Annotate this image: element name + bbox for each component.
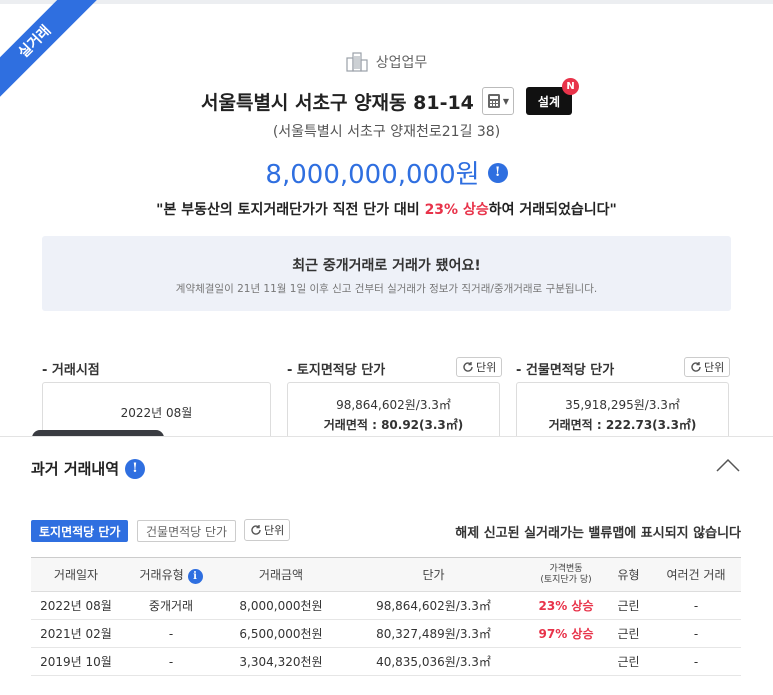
cell-kind: 근린 (606, 647, 651, 676)
bldg-price-label: - 건물면적당 단가 (516, 363, 615, 378)
cell-multi: - (651, 591, 741, 620)
cell-amount: 8,000,000천원 (221, 591, 341, 620)
col-unit-price: 단가 (341, 557, 526, 592)
building-icon (346, 52, 368, 72)
cell-type: - (121, 647, 221, 676)
table-row[interactable]: 2021년 02월 - 6,500,000천원 80,327,489원/3.3㎡… (31, 619, 741, 648)
chevron-down-icon: ▼ (502, 96, 509, 106)
col-multi: 여러건 거래 (651, 557, 741, 592)
notice-subtitle: 계약체결일이 21년 11월 1일 이후 신고 건부터 실거래가 정보가 직거래… (175, 283, 598, 295)
compare-prefix: "본 부동산의 토지거래단가가 직전 단가 대비 (156, 202, 425, 218)
refresh-icon (463, 362, 473, 372)
cell-kind: 근린 (606, 591, 651, 620)
info-icon[interactable]: ! (125, 458, 146, 479)
info-icon[interactable]: i (187, 568, 203, 584)
cell-amount: 3,304,320천원 (221, 647, 341, 676)
col-price-change: 가격변동 (토지단가 당) (526, 557, 606, 592)
bldg-area-value: 거래면적 : 222.73(3.3㎡) (548, 418, 697, 432)
col-date: 거래일자 (31, 557, 121, 592)
cell-multi: - (651, 619, 741, 648)
cell-change: 97% 상승 (526, 619, 606, 648)
cell-date: 2019년 10월 (31, 647, 121, 676)
bldg-unit-button[interactable]: 단위 (684, 357, 731, 377)
history-panel: 과거 거래내역 ! 토지면적당 단가 건물면적당 단가 단위 해제 신고된 실거… (0, 436, 773, 695)
property-category: 상업업무 (375, 55, 428, 71)
deal-price: 8,000,000,000원 (265, 160, 480, 190)
history-unit-button[interactable]: 단위 (244, 519, 291, 541)
table-row[interactable]: 2019년 10월 - 3,304,320천원 40,835,036원/3.3㎡… (31, 647, 741, 676)
property-card: 실거래 상업업무 서울특별시 서초구 양재동 81-14 ▼ 설계 N (서울특… (0, 0, 773, 446)
table-header-row: 거래일자 거래유형 i 거래금액 단가 가격변동 (토지단가 당) 유형 여러건… (31, 557, 741, 592)
col-kind: 유형 (606, 557, 651, 592)
info-icon[interactable]: ! (487, 162, 508, 183)
tab-bldg-unit-price[interactable]: 건물면적당 단가 (137, 520, 237, 542)
land-price-label: - 토지면적당 단가 (287, 363, 386, 378)
land-unit-button[interactable]: 단위 (456, 357, 503, 377)
table-row[interactable]: 2022년 08월 중개거래 8,000,000천원 98,864,602원/3… (31, 591, 741, 620)
tab-land-unit-price[interactable]: 토지면적당 단가 (31, 520, 129, 542)
cell-change (526, 647, 606, 676)
new-badge: N (562, 78, 579, 95)
land-unit-label: 단위 (476, 361, 497, 374)
land-price-value: 98,864,602원/3.3㎡ (336, 398, 451, 412)
cell-unit-price: 80,327,489원/3.3㎡ (341, 619, 526, 648)
cell-unit-price: 98,864,602원/3.3㎡ (341, 591, 526, 620)
top-strip (0, 0, 773, 4)
deal-time-value: 2022년 08월 (120, 406, 193, 420)
land-area-value: 거래면적 : 80.92(3.3㎡) (323, 418, 464, 432)
notice-title: 최근 중개거래로 거래가 됐어요! (292, 258, 481, 274)
cell-date: 2022년 08월 (31, 591, 121, 620)
design-button[interactable]: 설계 N (525, 78, 579, 115)
bldg-price-value: 35,918,295원/3.3㎡ (565, 398, 680, 412)
cell-type: 중개거래 (121, 591, 221, 620)
page: 실거래 상업업무 서울특별시 서초구 양재동 81-14 ▼ 설계 N (서울특… (0, 0, 773, 695)
col-amount: 거래금액 (221, 557, 341, 592)
address-row: 서울특별시 서초구 양재동 81-14 ▼ 설계 N (0, 78, 773, 115)
design-button-label: 설계 (537, 94, 560, 109)
history-unit-label: 단위 (264, 524, 285, 537)
refresh-icon (251, 525, 261, 535)
category-row: 상업업무 (0, 52, 773, 72)
cell-type: - (121, 619, 221, 648)
history-table: 거래일자 거래유형 i 거래금액 단가 가격변동 (토지단가 당) 유형 여러건… (31, 557, 741, 676)
road-address: (서울특별시 서초구 양재천로21길 38) (272, 124, 501, 140)
cell-change: 23% 상승 (526, 591, 606, 620)
address-title: 서울특별시 서초구 양재동 81-14 (201, 91, 474, 114)
broker-deal-notice: 최근 중개거래로 거래가 됐어요! 계약체결일이 21년 11월 1일 이후 신… (42, 236, 731, 311)
cell-unit-price: 40,835,036원/3.3㎡ (341, 647, 526, 676)
refresh-icon (691, 362, 701, 372)
cell-amount: 6,500,000천원 (221, 619, 341, 648)
cell-date: 2021년 02월 (31, 619, 121, 648)
bldg-price-box: 35,918,295원/3.3㎡ 거래면적 : 222.73(3.3㎡) (516, 382, 729, 442)
deal-time-label: - 거래시점 (42, 363, 100, 378)
cell-multi: - (651, 647, 741, 676)
calculator-icon (487, 94, 500, 108)
chevron-up-icon[interactable] (715, 457, 741, 473)
cell-kind: 근린 (606, 619, 651, 648)
col-type: 거래유형 i (121, 557, 221, 592)
price-row: 8,000,000,000원 ! (0, 154, 773, 191)
price-compare-text: "본 부동산의 토지거래단가가 직전 단가 대비 23% 상승하여 거래되었습니… (0, 199, 773, 219)
compare-percent: 23% 상승 (424, 202, 489, 218)
bldg-unit-label: 단위 (704, 361, 725, 374)
history-title: 과거 거래내역 (31, 460, 120, 478)
land-price-box: 98,864,602원/3.3㎡ 거래면적 : 80.92(3.3㎡) (287, 382, 500, 442)
calculator-button[interactable]: ▼ (481, 87, 514, 115)
col-type-label: 거래유형 (139, 567, 184, 582)
compare-suffix: 하여 거래되었습니다" (488, 202, 617, 218)
history-title-row: 과거 거래내역 ! (31, 458, 146, 479)
hidden-deal-note: 해제 신고된 실거래가는 밸류맵에 표시되지 않습니다 (455, 526, 741, 541)
